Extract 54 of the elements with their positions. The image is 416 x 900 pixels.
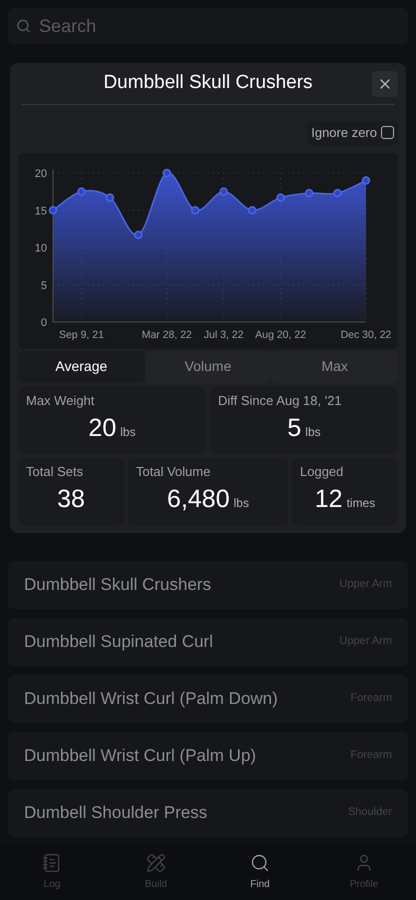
- chart-tab[interactable]: Max: [271, 350, 398, 382]
- stat-label: Max Weight: [26, 392, 96, 410]
- chart-tab[interactable]: Average: [18, 350, 145, 382]
- y-tick-label: 5: [40, 279, 47, 292]
- nav-tab[interactable]: Find: [208, 844, 312, 900]
- data-point: [191, 206, 200, 214]
- data-point: [304, 188, 314, 197]
- x-tick-label: Sep 9, 21: [58, 328, 104, 340]
- data-point: [77, 186, 86, 196]
- data-point: [219, 186, 228, 196]
- stat-value: 12: [314, 484, 343, 515]
- dialog-title: Dumbbell Skull Crushers: [102, 71, 314, 96]
- exercise-name: Dumbell Shoulder Press: [24, 802, 208, 824]
- stat-value: 20: [88, 413, 116, 444]
- exercise-name: Dumbbell Wrist Curl (Palm Up): [24, 744, 256, 767]
- ignore-zero-checkbox[interactable]: Ignore zero: [307, 121, 398, 144]
- stat-label: Logged: [300, 462, 344, 481]
- unit-label: lbs: [305, 424, 321, 441]
- search-field[interactable]: Search: [8, 8, 408, 44]
- y-tick-label: 10: [34, 242, 47, 254]
- stat-value: 6,480: [167, 484, 230, 515]
- data-point: [333, 188, 342, 197]
- chart-tab[interactable]: Volume: [144, 350, 272, 382]
- x-tick-label: Dec 30, 22: [340, 328, 392, 340]
- unit-label: lbs: [120, 424, 136, 441]
- exercise-name: Dumbbell Skull Crushers: [24, 574, 212, 596]
- stat-label: Diff Since Aug 18, '21: [218, 392, 343, 410]
- data-point: [106, 192, 114, 202]
- stat-value: 5: [287, 413, 302, 444]
- notepad-icon: [42, 852, 62, 872]
- stat-value: 38: [57, 484, 85, 515]
- y-tick-label: 15: [34, 204, 47, 217]
- y-tick-label: 0: [40, 316, 47, 328]
- x-tick-label: Mar 28, 22: [142, 328, 192, 340]
- exercise-name: Dumbbell Wrist Curl (Palm Down): [24, 688, 278, 710]
- stat-label: Total Sets: [26, 462, 84, 480]
- data-point: [162, 168, 172, 177]
- data-point: [48, 206, 58, 214]
- unit-label: times: [346, 495, 376, 512]
- data-point: [362, 176, 370, 184]
- x-tick-label: Aug 20, 22: [255, 328, 306, 340]
- data-point: [276, 192, 285, 202]
- search-input[interactable]: Search: [39, 12, 400, 40]
- exercise-name: Dumbbell Supinated Curl: [24, 630, 213, 653]
- x-tick-label: Jul 3, 22: [204, 328, 244, 340]
- search-icon: [16, 18, 32, 34]
- search-icon: [250, 852, 270, 872]
- y-tick-label: 20: [34, 168, 47, 180]
- data-point: [248, 206, 256, 214]
- stat-label: Total Volume: [136, 462, 212, 480]
- close-button[interactable]: [372, 70, 398, 96]
- data-point: [134, 230, 143, 239]
- pencil-ruler-icon: [146, 852, 166, 872]
- unit-label: lbs: [234, 495, 249, 512]
